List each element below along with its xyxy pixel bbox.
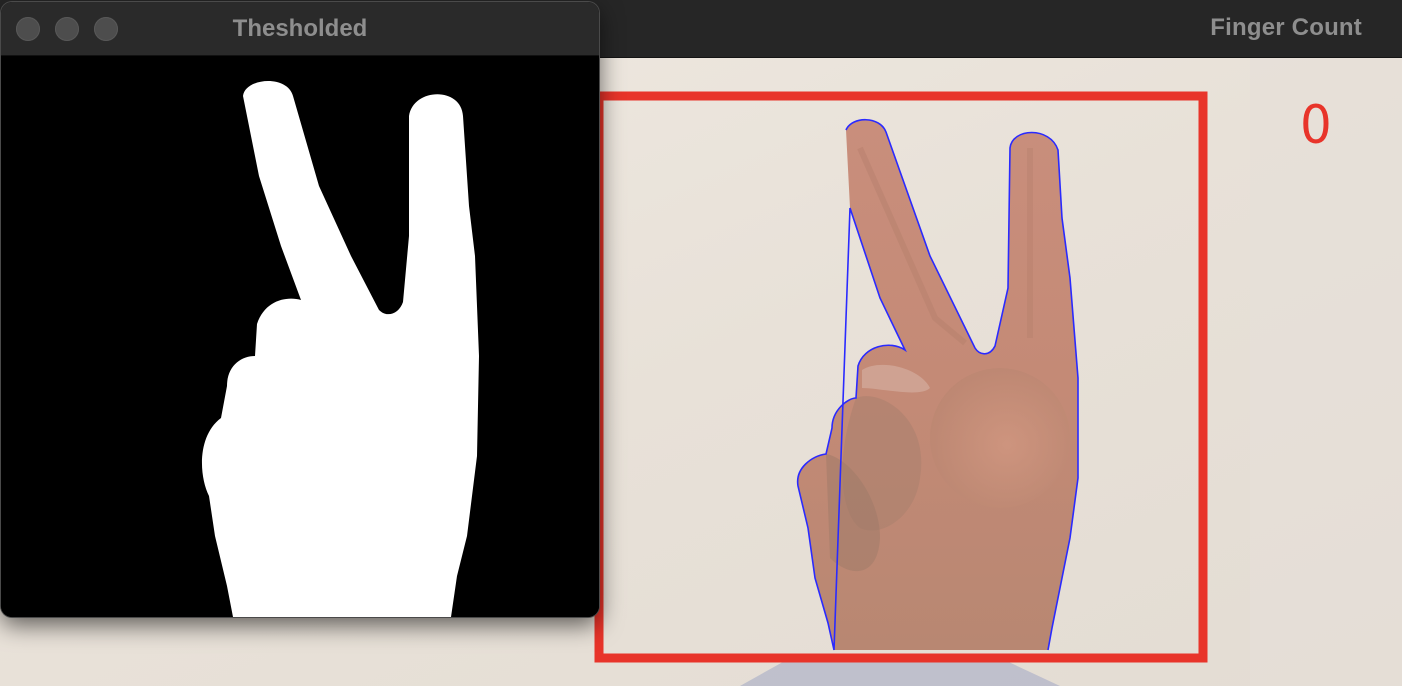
- threshold-mask: [1, 56, 599, 617]
- thresholded-window: Thesholded: [1, 2, 599, 617]
- finger-count-value: 0: [1300, 94, 1332, 156]
- thresholded-window-title: Thesholded: [232, 15, 368, 42]
- palm-shade: [930, 368, 1070, 508]
- thresholded-titlebar[interactable]: Thesholded: [1, 2, 599, 56]
- finger-count-window-title: Finger Count: [1210, 14, 1362, 41]
- threshold-image: [1, 56, 599, 617]
- desktop: Finger Count 0 Thesholded: [0, 0, 1402, 686]
